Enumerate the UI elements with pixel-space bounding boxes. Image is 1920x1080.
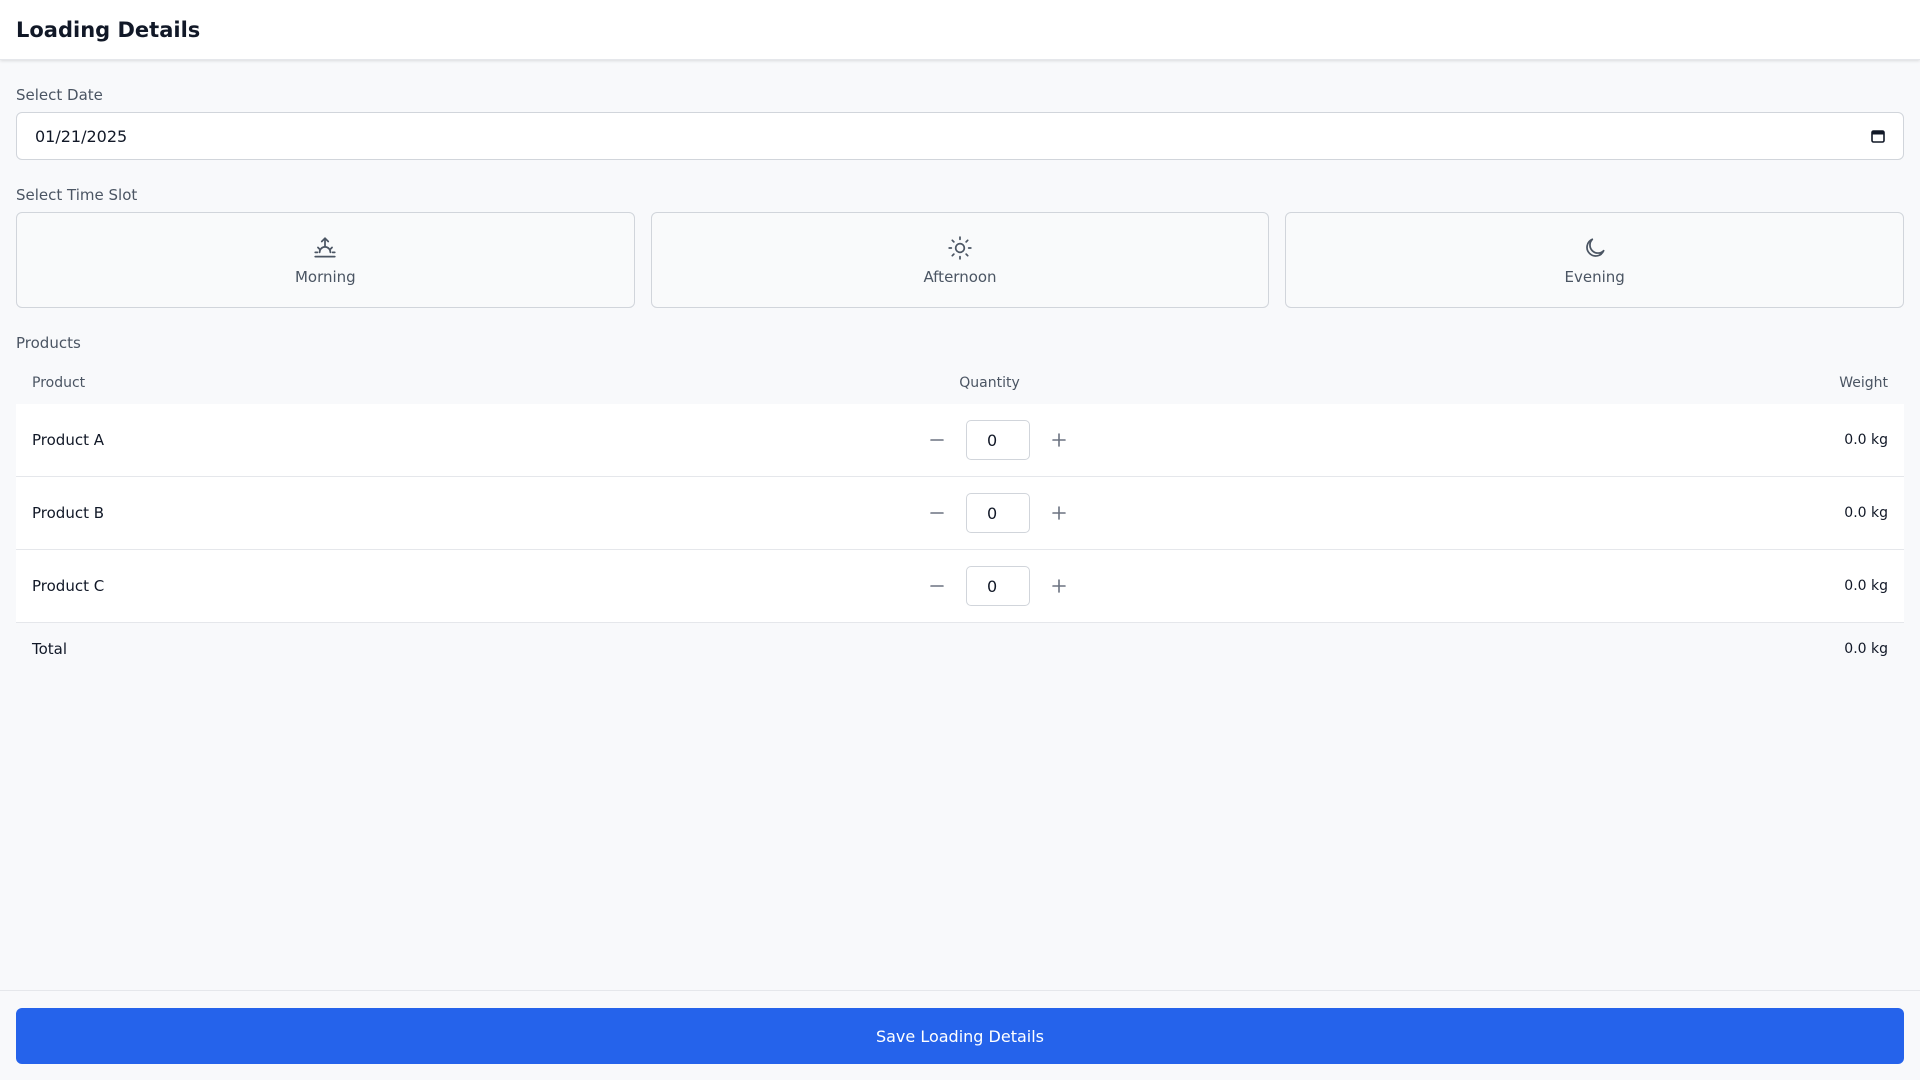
minus-icon	[930, 439, 944, 441]
minus-icon	[930, 512, 944, 514]
sun-icon	[946, 234, 974, 262]
minus-icon	[930, 585, 944, 587]
calendar-icon[interactable]	[1869, 127, 1887, 145]
increment-button[interactable]	[1048, 575, 1070, 597]
moon-icon	[1581, 234, 1609, 262]
page-header: Loading Details	[0, 0, 1920, 60]
quantity-stepper: 0	[926, 566, 1070, 606]
time-slot-evening-label: Evening	[1564, 268, 1625, 286]
time-slot-afternoon[interactable]: Afternoon	[650, 212, 1270, 308]
column-header-quantity: Quantity	[959, 375, 1020, 391]
products-label: Products	[16, 334, 81, 352]
products-table: Product Quantity Weight Product A 0 0.0 …	[16, 362, 1904, 675]
total-row: Total 0.0 kg	[16, 623, 1904, 675]
time-slot-afternoon-label: Afternoon	[923, 268, 997, 286]
quantity-stepper: 0	[926, 420, 1070, 460]
plus-icon	[1052, 579, 1066, 593]
date-input[interactable]: 01/21/2025	[16, 112, 1904, 160]
column-header-weight: Weight	[1839, 375, 1888, 391]
time-slot-label: Select Time Slot	[16, 186, 138, 204]
time-slot-group: Morning Afternoon Evening	[16, 212, 1905, 308]
decrement-button[interactable]	[926, 502, 948, 524]
table-row: Product B 0 0.0 kg	[16, 477, 1904, 550]
plus-icon	[1052, 506, 1066, 520]
table-row: Product A 0 0.0 kg	[16, 404, 1904, 477]
table-row: Product C 0 0.0 kg	[16, 550, 1904, 623]
time-slot-morning[interactable]: Morning	[16, 212, 635, 308]
total-weight: 0.0 kg	[1844, 641, 1888, 657]
quantity-input[interactable]: 0	[966, 566, 1030, 606]
save-button[interactable]: Save Loading Details	[16, 1008, 1904, 1064]
decrement-button[interactable]	[926, 429, 948, 451]
plus-icon	[1052, 433, 1066, 447]
product-weight: 0.0 kg	[1844, 432, 1888, 448]
quantity-input[interactable]: 0	[966, 493, 1030, 533]
increment-button[interactable]	[1048, 429, 1070, 451]
product-weight: 0.0 kg	[1844, 505, 1888, 521]
date-value: 01/21/2025	[35, 126, 128, 146]
table-header: Product Quantity Weight	[16, 362, 1904, 404]
sunrise-icon	[311, 234, 339, 262]
product-name: Product A	[32, 431, 104, 449]
increment-button[interactable]	[1048, 502, 1070, 524]
time-slot-evening[interactable]: Evening	[1285, 212, 1905, 308]
quantity-input[interactable]: 0	[966, 420, 1030, 460]
product-weight: 0.0 kg	[1844, 578, 1888, 594]
date-label: Select Date	[16, 86, 103, 104]
product-name: Product B	[32, 504, 105, 522]
total-label: Total	[32, 640, 68, 658]
page-title: Loading Details	[16, 17, 201, 42]
quantity-stepper: 0	[926, 493, 1070, 533]
time-slot-morning-label: Morning	[294, 268, 356, 286]
product-name: Product C	[32, 577, 105, 595]
column-header-product: Product	[32, 375, 86, 391]
decrement-button[interactable]	[926, 575, 948, 597]
